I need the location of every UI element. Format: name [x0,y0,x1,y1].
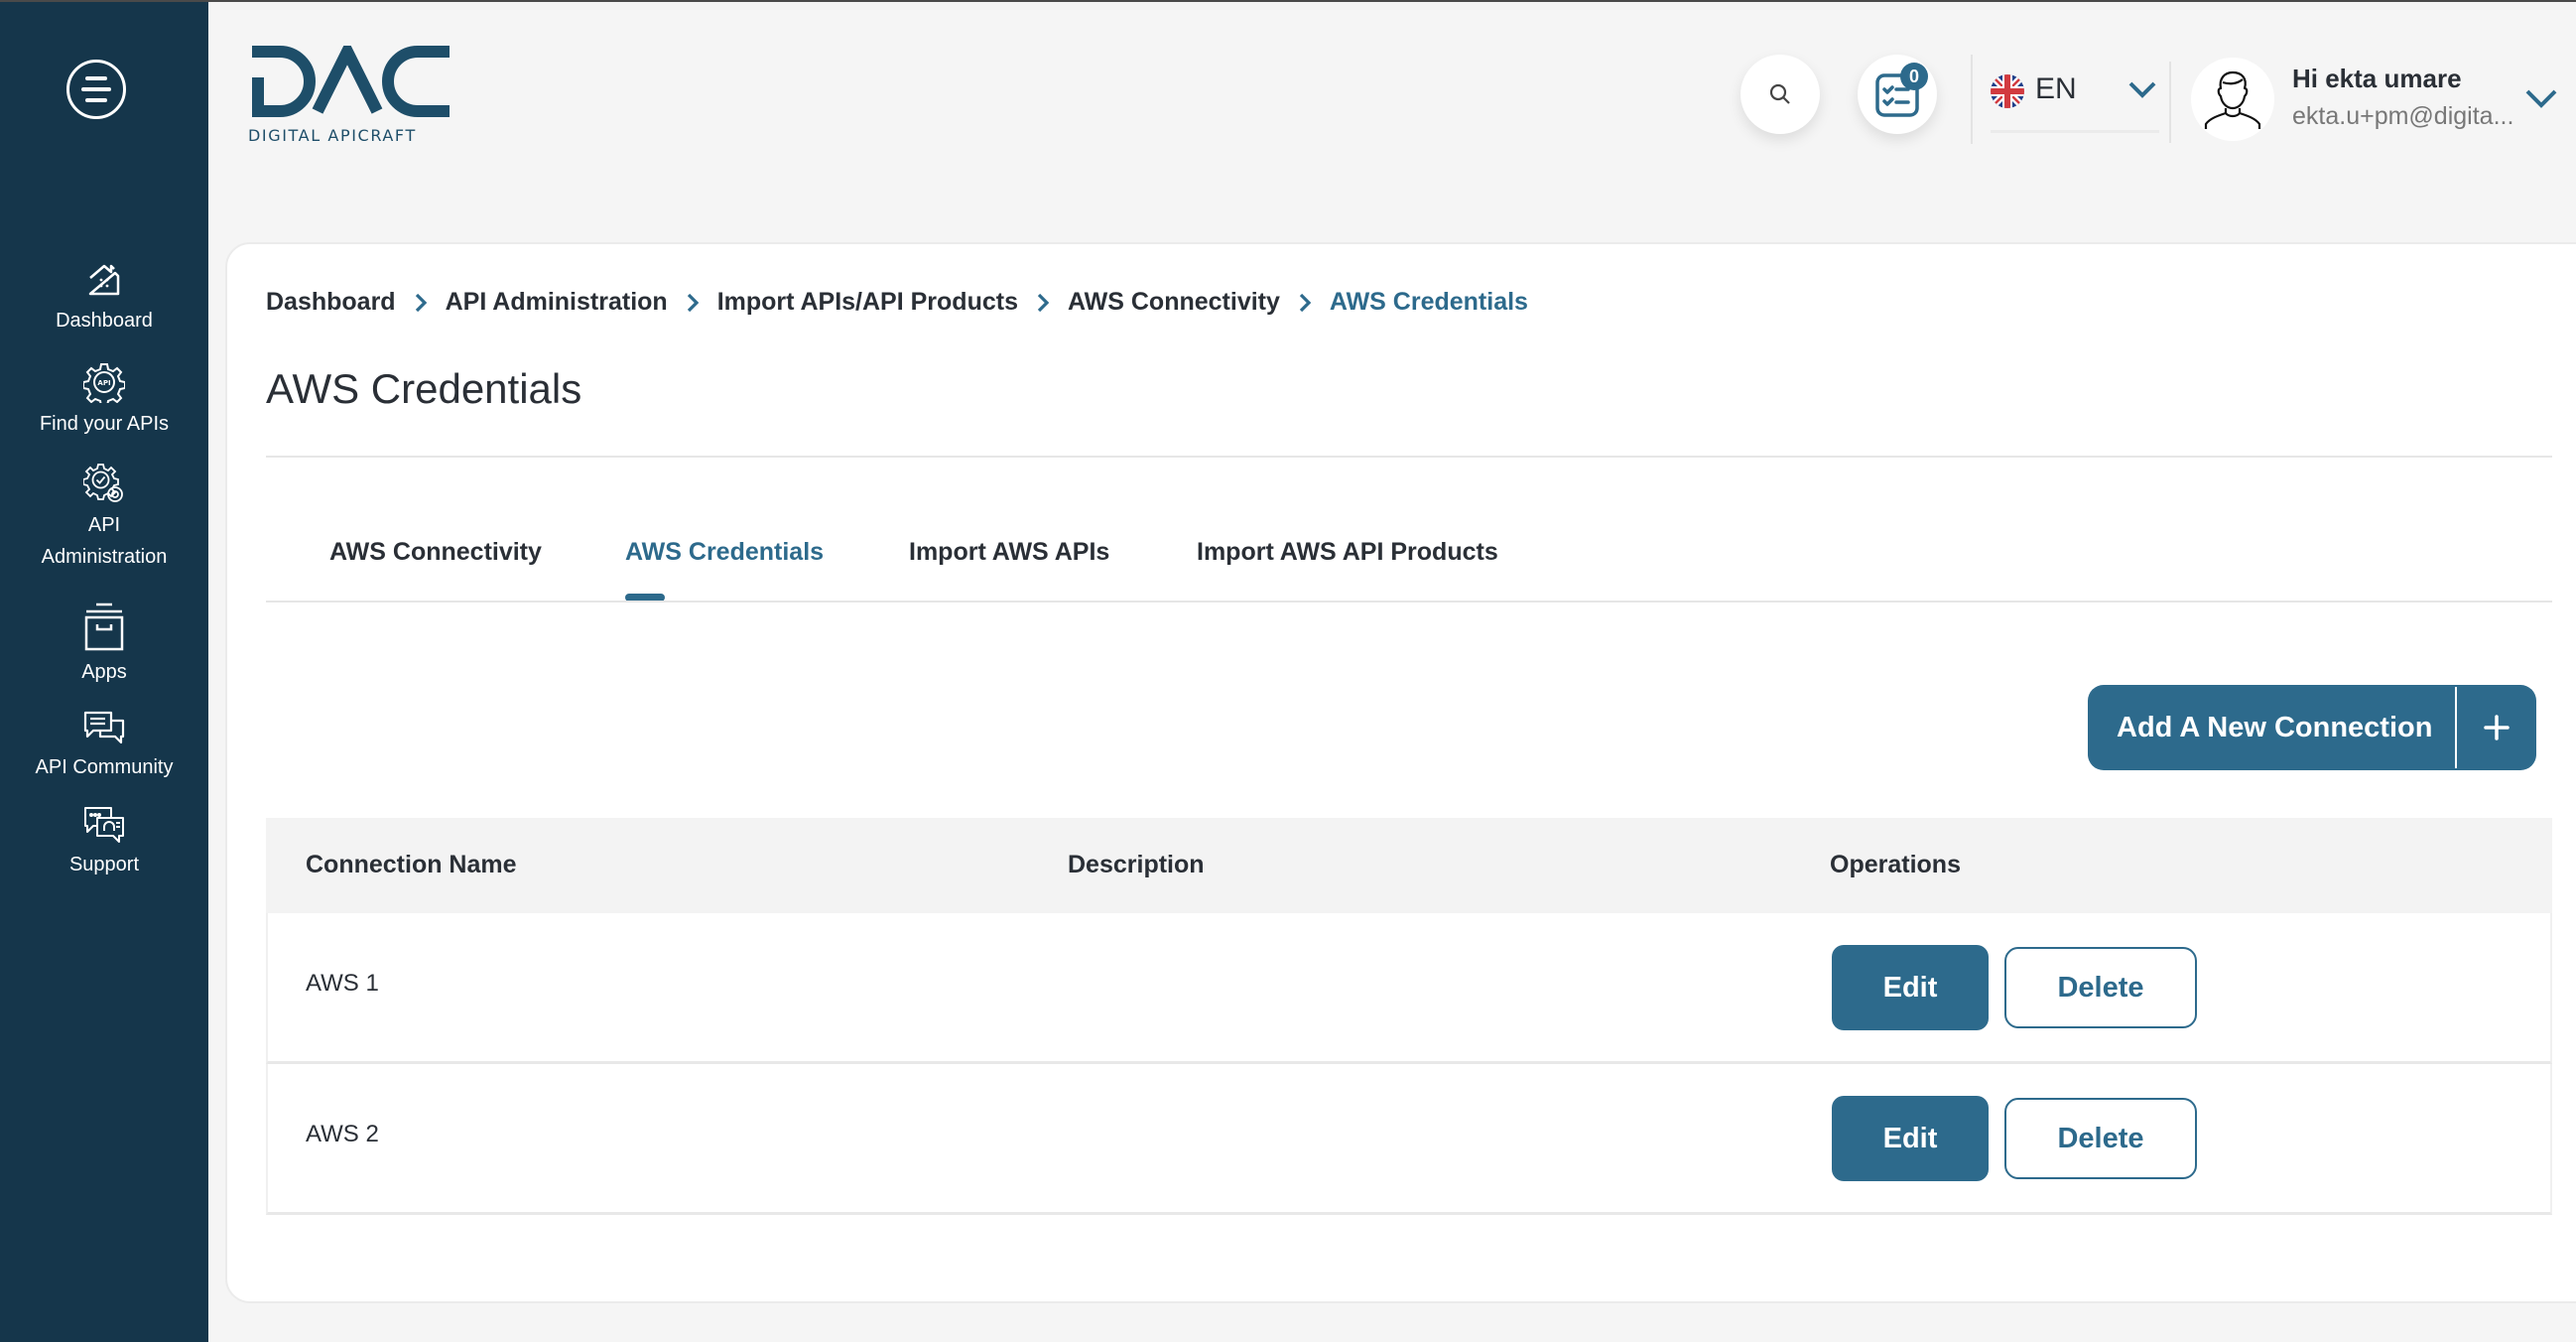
user-greeting: Hi ekta umare [2292,64,2462,93]
sidebar-item-api-administration[interactable]: API Administration [0,463,208,576]
breadcrumb-aws-connectivity[interactable]: AWS Connectivity [1068,288,1280,317]
support-chat-icon [84,807,124,843]
add-new-connection-button[interactable]: Add A New Connection [2088,685,2536,770]
edit-button[interactable]: Edit [1832,1096,1989,1181]
api-gear-icon: API [83,363,125,403]
tab-bar-divider [266,601,2552,603]
svg-text:API: API [97,379,110,387]
language-code: EN [2035,72,2077,105]
search-button[interactable] [1740,55,1820,134]
breadcrumb-import-apis[interactable]: Import APIs/API Products [717,288,1018,317]
hamburger-line [81,87,111,91]
table-row: AWS 1 Edit Delete [266,913,2552,1064]
user-silhouette-icon [2204,70,2261,129]
user-email: ekta.u+pm@digita... [2292,102,2514,130]
logo-subtext: DIGITAL APICRAFT [248,126,417,145]
gears-admin-icon [83,464,123,502]
sidebar-item-apps[interactable]: Apps [0,602,208,685]
search-icon [1769,83,1790,104]
tasks-count-badge: 0 [1900,63,1928,90]
dac-logo[interactable]: DIGITAL APICRAFT [246,38,454,145]
sidebar-item-label: API [87,514,121,536]
tab-import-aws-apis[interactable]: Import AWS APIs [909,538,1109,567]
sidebar-item-dashboard[interactable]: Dashboard [0,260,208,334]
plus-icon [2457,714,2536,741]
chat-bubbles-icon [83,711,125,744]
breadcrumb-api-administration[interactable]: API Administration [446,288,668,317]
sidebar-item-find-your-apis[interactable]: API Find your APIs [0,361,208,437]
tab-aws-connectivity[interactable]: AWS Connectivity [329,538,542,567]
window-top-edge [0,0,2576,2]
delete-button[interactable]: Delete [2004,1098,2197,1179]
sidebar-item-api-community[interactable]: API Community [0,711,208,780]
add-connection-label: Add A New Connection [2117,711,2433,743]
header-divider [2169,62,2171,143]
chevron-right-icon [414,292,428,314]
connections-table: Connection Name Description Operations A… [266,818,2552,1215]
sidebar-item-label: Apps [81,661,127,683]
sidebar: Dashboard API Find your APIs API Adminis… [0,0,208,1342]
chevron-down-icon [2128,81,2156,98]
breadcrumb-aws-credentials: AWS Credentials [1329,288,1528,316]
page-title: AWS Credentials [266,365,582,412]
column-header-operations: Operations [1830,851,1961,878]
logo-graphic: DIGITAL APICRAFT [248,38,450,145]
sidebar-item-label: Dashboard [56,310,153,332]
chevron-down-icon[interactable] [2524,87,2558,109]
chevron-right-icon [1298,292,1312,314]
connection-name-cell: AWS 1 [306,970,379,997]
sidebar-item-label: API Community [35,756,174,778]
column-header-description: Description [1068,851,1205,878]
chevron-right-icon [1036,292,1050,314]
hamburger-line [85,98,107,102]
chevron-right-icon [686,292,700,314]
delete-button[interactable]: Delete [2004,947,2197,1028]
home-icon [88,264,120,296]
uk-flag-icon [1991,74,2024,108]
user-avatar[interactable] [2191,58,2274,141]
sidebar-item-label: Administration [41,546,168,568]
sidebar-item-support[interactable]: Support [0,806,208,877]
header-divider [1971,55,1973,144]
sidebar-item-label: Find your APIs [39,413,170,435]
breadcrumb: Dashboard API Administration Import APIs… [266,288,1528,317]
column-header-connection-name: Connection Name [306,851,517,878]
tab-bar: AWS Connectivity AWS Credentials Import … [266,526,2552,602]
hamburger-line [85,76,107,80]
menu-toggle-button[interactable] [66,60,126,119]
tasks-button[interactable] [1858,55,1937,134]
edit-button[interactable]: Edit [1832,945,1989,1030]
breadcrumb-dashboard[interactable]: Dashboard [266,288,396,317]
sidebar-item-label: Support [68,854,140,875]
tab-import-aws-api-products[interactable]: Import AWS API Products [1197,538,1498,567]
title-divider [266,456,2552,458]
language-selector[interactable]: EN [1991,66,2159,133]
table-row: AWS 2 Edit Delete [266,1064,2552,1215]
archive-box-icon [84,603,124,651]
table-header: Connection Name Description Operations [266,818,2552,913]
tab-aws-credentials[interactable]: AWS Credentials [625,538,824,567]
connection-name-cell: AWS 2 [306,1121,379,1147]
